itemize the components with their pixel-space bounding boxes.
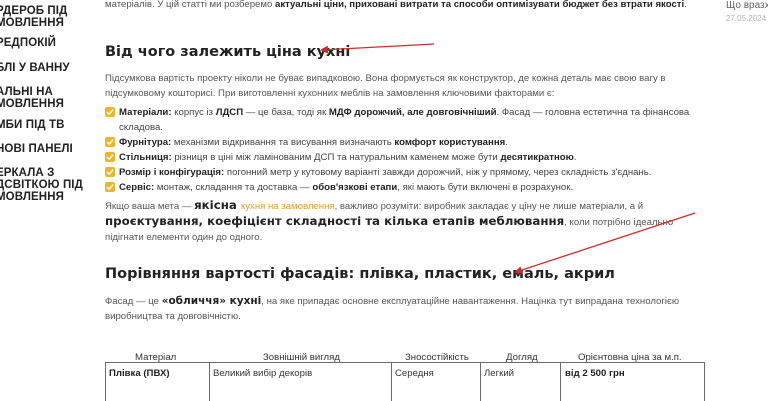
- table-cell-material: Плівка (ПВХ): [109, 368, 170, 379]
- checkmark-icon: [105, 137, 115, 147]
- list-item: Фурнітура: механізми відкривання та вису…: [105, 135, 695, 150]
- intro-paragraph: матеріалів. У цій статті ми розберемо ак…: [105, 0, 687, 10]
- list-item: Розмір і конфігурація: погонний метр у к…: [105, 165, 695, 180]
- list-item: Сервіс: монтаж, складання та доставка — …: [105, 180, 695, 195]
- summary-paragraph: Якщо ваша мета — якісна кухня на замовле…: [105, 198, 674, 243]
- article-content: матеріалів. У цій статті ми розберемо ак…: [105, 0, 705, 401]
- sidebar-item-hallway[interactable]: РЕДПОКІЙ: [0, 37, 56, 49]
- related-articles: Що вразх 27.05.2024: [724, 0, 768, 401]
- checkmark-icon: [105, 152, 115, 162]
- sidebar-item-bathroom[interactable]: БЛІ У ВАННУ: [0, 62, 70, 74]
- sidebar-nav: РДЕРОБ ПІД МОВЛЕННЯ РЕДПОКІЙ БЛІ У ВАННУ…: [0, 0, 90, 401]
- checkmark-icon: [105, 182, 115, 192]
- table-divider: [704, 362, 705, 401]
- table-cell-durability: Середня: [395, 368, 434, 379]
- checkmark-icon: [105, 167, 115, 177]
- table-cell-price: від 2 500 грн: [565, 368, 625, 379]
- sidebar-item-tv-stands[interactable]: МБИ ПІД ТВ: [0, 119, 64, 131]
- sidebar-item-mirrors[interactable]: ЕРКАЛА З ДСВІТКОЮ ПІД МОВЛЕННЯ: [0, 167, 83, 203]
- section-heading-price-factors: Від чого залежить ціна кухні: [105, 44, 351, 60]
- table-divider: [391, 362, 392, 401]
- price-factors-paragraph: Підсумкова вартість проекту ніколи не бу…: [105, 73, 666, 99]
- table-divider: [209, 362, 210, 401]
- section-heading-facades: Порівняння вартості фасадів: плівка, пла…: [105, 266, 615, 282]
- sidebar-item-bedrooms[interactable]: АЛЬНІ НА МОВЛЕННЯ: [0, 86, 64, 110]
- sidebar-item-wardrobe[interactable]: РДЕРОБ ПІД МОВЛЕННЯ: [0, 5, 67, 29]
- facades-paragraph: Фасад — це «обличчя» кухні, на яке припа…: [105, 295, 680, 322]
- table-divider: [480, 362, 481, 401]
- list-item: Стільниця: різниця в ціні між ламіновани…: [105, 150, 695, 165]
- list-item: Матеріали: корпус із ЛДСП — це база, тод…: [105, 105, 695, 135]
- checkmark-icon: [105, 107, 115, 117]
- related-article-date: 27.05.2024: [726, 14, 767, 23]
- factors-list: Матеріали: корпус із ЛДСП — це база, тод…: [105, 105, 695, 195]
- related-article-title[interactable]: Що вразх: [726, 0, 768, 11]
- kitchen-order-link[interactable]: кухня на замовлення: [241, 201, 335, 212]
- table-cell-appearance: Великий вибір декорів: [213, 368, 313, 379]
- sidebar-item-panels[interactable]: НОВІ ПАНЕЛІ: [0, 143, 73, 155]
- table-divider: [560, 362, 561, 401]
- table-cell-care: Легкий: [484, 368, 515, 379]
